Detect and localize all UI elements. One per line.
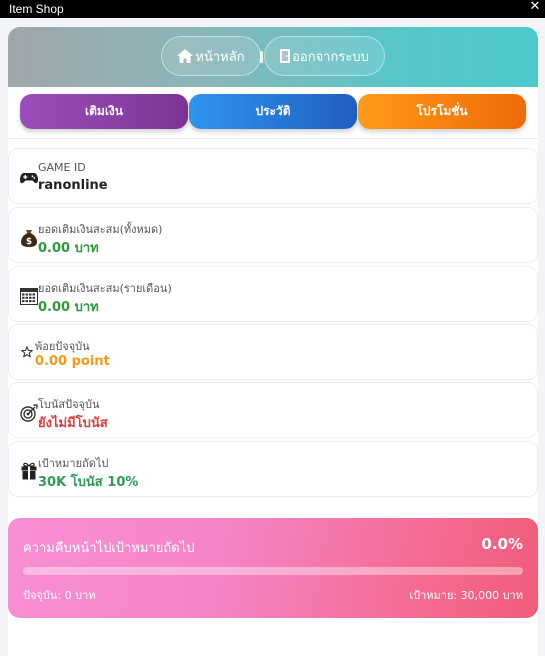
progress-track: [23, 567, 523, 575]
next-goal-value: 30K โบนัส 10%: [38, 475, 139, 490]
door-icon: [280, 49, 291, 63]
card-game-id: GAME ID ranonline: [8, 148, 538, 204]
star-icon: [21, 346, 33, 358]
logout-button[interactable]: ออกจากระบบ: [264, 36, 385, 76]
title-bar: Item Shop ✕: [0, 0, 545, 18]
monthly-topup-value: 0.00 บาท: [38, 300, 99, 315]
header-bar: หน้าหลัก ออกจากระบบ: [8, 27, 538, 87]
gift-icon: [20, 462, 38, 480]
card-monthly-topup: ยอดเติมเงินสะสม(รายเดือน) 0.00 บาท: [8, 266, 538, 322]
card-next-goal: เป้าหมายถัดไป 30K โบนัส 10%: [8, 441, 538, 497]
svg-text:$: $: [26, 237, 32, 247]
game-id-value: ranonline: [38, 178, 108, 193]
progress-title: ความคืบหน้าไปเป้าหมายถัดไป: [23, 541, 195, 556]
shop-panel: หน้าหลัก ออกจากระบบ เติมเงิน ประวัติ โปร…: [8, 27, 538, 656]
progress-goal: เป้าหมาย: 30,000 บาท: [409, 589, 523, 602]
points-value: 0.00 point: [35, 354, 110, 369]
target-icon: [20, 404, 38, 422]
tab-history[interactable]: ประวัติ: [189, 94, 357, 129]
total-topup-label: ยอดเติมเงินสะสม(ทั้งหมด): [38, 223, 163, 236]
goal-progress-card: ความคืบหน้าไปเป้าหมายถัดไป 0.0% ปัจจุบัน…: [8, 518, 538, 618]
tab-topup[interactable]: เติมเงิน: [20, 94, 188, 129]
card-bonus: โบนัสปัจจุบัน ยังไม่มีโบนัส: [8, 382, 538, 438]
home-label: หน้าหลัก: [195, 49, 245, 65]
window-title: Item Shop: [9, 2, 64, 16]
total-topup-value: 0.00 บาท: [38, 241, 99, 256]
next-goal-label: เป้าหมายถัดไป: [38, 457, 109, 470]
home-icon: [177, 49, 194, 63]
calendar-icon: [20, 287, 38, 305]
bonus-value: ยังไม่มีโบนัส: [38, 416, 108, 431]
game-id-label: GAME ID: [38, 161, 86, 174]
money-bag-icon: $: [20, 229, 38, 247]
progress-current: ปัจจุบัน: 0 บาท: [23, 589, 96, 602]
progress-percent: 0.0%: [481, 535, 523, 553]
tab-promotion[interactable]: โปรโมชั่น: [358, 94, 526, 129]
home-button[interactable]: หน้าหลัก: [161, 36, 261, 76]
gamepad-icon: [20, 169, 38, 187]
bonus-label: โบนัสปัจจุบัน: [38, 398, 100, 411]
tab-bar: เติมเงิน ประวัติ โปรโมชั่น: [8, 87, 538, 139]
card-points: พ้อยปัจจุบัน 0.00 point: [8, 324, 538, 380]
logout-label: ออกจากระบบ: [292, 49, 369, 65]
card-total-topup: $ ยอดเติมเงินสะสม(ทั้งหมด) 0.00 บาท: [8, 207, 538, 263]
nav-separator: [260, 51, 263, 63]
monthly-topup-label: ยอดเติมเงินสะสม(รายเดือน): [38, 282, 172, 295]
points-label: พ้อยปัจจุบัน: [35, 340, 90, 353]
window-body: หน้าหลัก ออกจากระบบ เติมเงิน ประวัติ โปร…: [0, 18, 545, 656]
close-icon[interactable]: ✕: [528, 0, 542, 14]
